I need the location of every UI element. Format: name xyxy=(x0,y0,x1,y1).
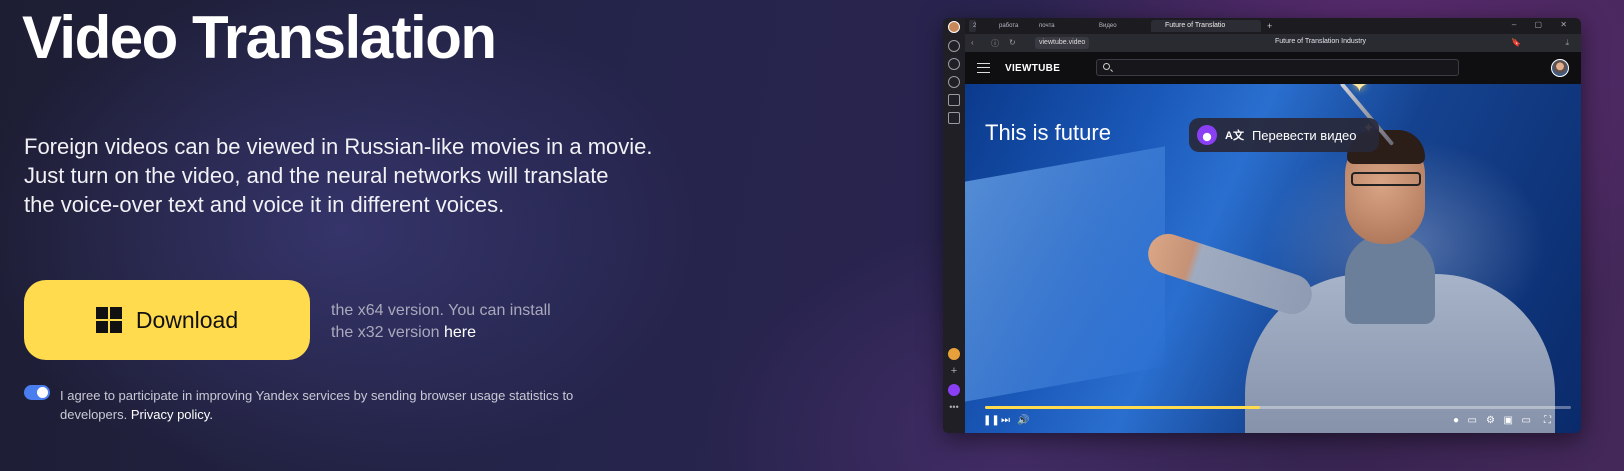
translate-video-button[interactable]: A文 Перевести видео xyxy=(1189,118,1379,152)
alice-rail-icon[interactable] xyxy=(948,384,960,396)
windows-icon xyxy=(95,307,122,333)
tab-mail[interactable]: почта xyxy=(1025,20,1055,32)
hero-description-line: Foreign videos can be viewed in Russian-… xyxy=(24,134,653,159)
theater-icon[interactable]: ▭ xyxy=(1522,415,1531,427)
privacy-policy-link[interactable]: Privacy policy. xyxy=(131,407,213,422)
toggle-knob xyxy=(37,387,48,398)
player-controls: ❚❚ ⏭ 🔊 ● ▭ ⚙ ▣ ▭ ⛶ xyxy=(983,415,1571,429)
more-icon[interactable]: ••• xyxy=(948,403,960,416)
statistics-toggle[interactable] xyxy=(24,385,50,400)
bell-icon[interactable] xyxy=(948,40,960,52)
consent-text: I agree to participate in improving Yand… xyxy=(60,386,620,424)
app-icon[interactable] xyxy=(948,348,960,360)
address-url[interactable]: viewtube.video xyxy=(1035,37,1090,49)
settings-icon[interactable]: ⚙ xyxy=(1486,415,1495,427)
hero-title: Video Translation xyxy=(22,4,497,71)
x32-download-link[interactable]: here xyxy=(444,324,476,341)
video-title: This is future xyxy=(985,120,1111,145)
install-note: the x64 version. You can install the x32… xyxy=(331,300,591,344)
tab-active[interactable]: Future of Translatio xyxy=(1151,20,1261,32)
back-icon[interactable]: ‹ xyxy=(971,38,974,47)
progress-bar[interactable] xyxy=(985,406,1571,409)
translate-video-label: Перевести видео xyxy=(1251,127,1357,143)
tab-video[interactable]: Видео xyxy=(1085,20,1117,32)
install-note-line1: the x64 version. You can install xyxy=(331,302,551,319)
play-icon[interactable] xyxy=(948,76,960,88)
site-logo[interactable]: VIEWTUBE xyxy=(1005,63,1060,74)
autoplay-icon[interactable]: ● xyxy=(1453,415,1459,427)
site-header: VIEWTUBE xyxy=(965,52,1581,84)
search-icon xyxy=(1103,63,1110,70)
menu-icon[interactable] xyxy=(977,63,990,73)
alice-icon xyxy=(1197,125,1217,145)
hero-description-line: the voice-over text and voice it in diff… xyxy=(24,192,505,217)
window-controls[interactable]: – ▢ ✕ xyxy=(1512,20,1575,29)
tab-work[interactable]: работа xyxy=(985,20,1018,32)
hero-description: Foreign videos can be viewed in Russian-… xyxy=(24,132,684,219)
tab-bar: 2 работа почта Видео Future of Translati… xyxy=(965,18,1581,34)
fullscreen-icon[interactable]: ⛶ xyxy=(1544,415,1551,427)
miniplayer-icon[interactable]: ▣ xyxy=(1504,415,1513,427)
subtitles-icon[interactable]: ▭ xyxy=(1468,415,1477,427)
reload-icon[interactable]: ↻ xyxy=(1009,38,1016,47)
site-search-input[interactable] xyxy=(1096,59,1459,76)
profile-icon[interactable] xyxy=(948,21,960,33)
sparkle-icon: ✦ xyxy=(1351,84,1368,97)
install-note-line2: the x32 version xyxy=(331,324,444,341)
calendar-icon[interactable] xyxy=(948,94,960,106)
tab-count-badge[interactable]: 2 xyxy=(969,20,977,32)
browser-side-rail: + ••• xyxy=(943,18,965,433)
bookmark-icon[interactable]: 🔖 xyxy=(1511,38,1521,47)
new-tab-icon[interactable]: + xyxy=(1267,20,1272,32)
download-arrow-icon[interactable]: ⤓ xyxy=(1565,38,1569,48)
pause-icon[interactable]: ❚❚ xyxy=(983,415,1000,427)
browser-mockup: + ••• 2 работа почта Видео Future of Tra… xyxy=(943,18,1581,433)
progress-fill xyxy=(985,406,1261,409)
download-button[interactable]: Download xyxy=(24,280,310,360)
video-player[interactable]: ✦ ✦ This is future A文 Перевести видео ❚❚… xyxy=(965,84,1581,433)
volume-icon[interactable]: 🔊 xyxy=(1017,415,1029,427)
download-button-label: Download xyxy=(135,306,239,333)
address-bar: ‹ ⓘ ↻ viewtube.video Future of Translati… xyxy=(965,34,1581,52)
hero-description-line: Just turn on the video, and the neural n… xyxy=(24,163,609,188)
speaker-figure xyxy=(1142,130,1565,433)
info-icon[interactable]: ⓘ xyxy=(991,38,999,49)
avatar[interactable] xyxy=(1551,59,1569,77)
page-title: Future of Translation Industry xyxy=(1275,38,1367,45)
add-icon[interactable]: + xyxy=(948,366,960,378)
translate-icon: A文 xyxy=(1225,130,1244,142)
stage-screen xyxy=(965,146,1165,402)
next-icon[interactable]: ⏭ xyxy=(1001,415,1010,427)
picture-icon[interactable] xyxy=(948,112,960,124)
history-icon[interactable] xyxy=(948,58,960,70)
